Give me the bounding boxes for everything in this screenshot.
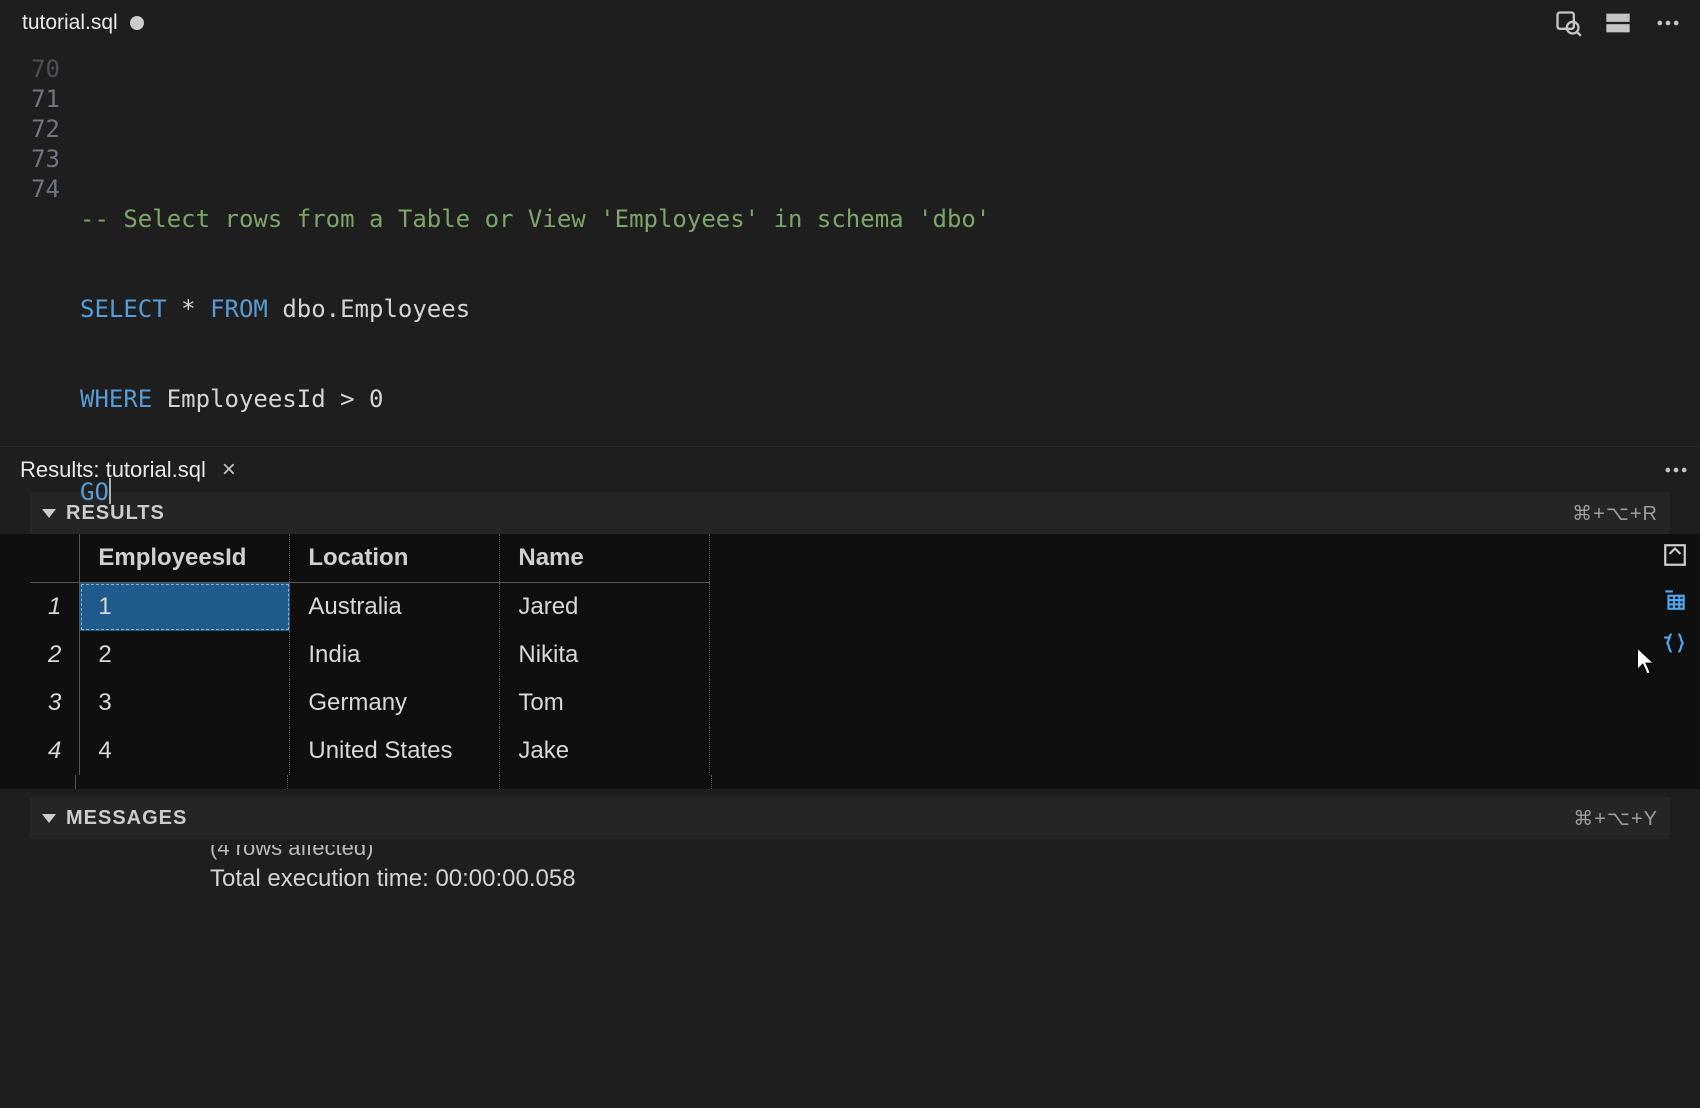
chevron-down-icon [42,814,56,823]
column-header[interactable]: Name [500,534,710,583]
table-row[interactable]: 1 1 Australia Jared [30,583,710,632]
row-number: 2 [30,631,80,679]
line-number: 71 [0,84,60,114]
editor-tab-title: tutorial.sql [22,11,118,35]
more-actions-icon[interactable] [1654,9,1682,37]
code-star: * [181,295,195,323]
table-row[interactable]: 3 3 Germany Tom [30,679,710,727]
cell[interactable]: Nikita [500,631,710,679]
messages-body: (4 rows affected) Total execution time: … [0,839,1700,893]
code-select: SELECT [80,295,167,323]
search-overlay-icon[interactable] [1554,9,1582,37]
cell[interactable]: 4 [80,727,290,775]
editor-tab-bar: tutorial.sql [0,0,1700,46]
editor-gutter: 70 71 72 73 74 [0,54,80,446]
cell[interactable]: 2 [80,631,290,679]
table-row[interactable]: 4 4 United States Jake [30,727,710,775]
code-where-expr: EmployeesId > 0 [167,385,384,413]
grid-footer-strip [0,775,1700,789]
chevron-down-icon [42,509,56,518]
code-area[interactable]: -- Select rows from a Table or View 'Emp… [80,54,1700,446]
text-caret [109,478,111,504]
cell[interactable]: Australia [290,583,500,632]
export-csv-icon[interactable] [1662,586,1688,612]
messages-section-header[interactable]: MESSAGES ⌘+⌥+Y [30,797,1670,839]
messages-affected: (4 rows affected) [210,845,1700,865]
row-number: 3 [30,679,80,727]
column-header[interactable]: EmployeesId [80,534,290,583]
messages-header-label: MESSAGES [66,807,187,830]
code-from: FROM [210,295,268,323]
code-go: GO [80,477,109,507]
cell[interactable]: Tom [500,679,710,727]
code-where: WHERE [80,385,152,413]
rownum-header [30,534,80,583]
split-editor-icon[interactable] [1604,9,1632,37]
cell[interactable]: 3 [80,679,290,727]
line-number: 72 [0,114,60,144]
row-number: 4 [30,727,80,775]
results-body: EmployeesId Location Name 1 1 Australia … [0,534,1700,775]
line-number: 73 [0,144,60,174]
results-grid[interactable]: EmployeesId Location Name 1 1 Australia … [30,534,710,775]
messages-shortcut: ⌘+⌥+Y [1573,806,1658,831]
code-table: dbo.Employees [282,295,470,323]
results-side-actions [1662,542,1688,656]
cell[interactable]: Jake [500,727,710,775]
table-header-row: EmployeesId Location Name [30,534,710,583]
table-row[interactable]: 2 2 India Nikita [30,631,710,679]
code-comment: -- Select rows from a Table or View 'Emp… [80,205,990,233]
cell[interactable]: Germany [290,679,500,727]
unsaved-dot-icon [130,16,144,30]
editor-tab-actions [1554,9,1692,37]
column-header[interactable]: Location [290,534,500,583]
line-number: 70 [0,54,60,84]
cell[interactable]: India [290,631,500,679]
row-number: 1 [30,583,80,632]
code-editor[interactable]: 70 71 72 73 74 -- Select rows from a Tab… [0,46,1700,446]
editor-tab[interactable]: tutorial.sql [8,3,158,43]
cell[interactable]: Jared [500,583,710,632]
cell[interactable]: United States [290,727,500,775]
line-number: 74 [0,174,60,204]
messages-exec-time: Total execution time: 00:00:00.058 [210,865,1700,893]
export-json-icon[interactable] [1662,630,1688,656]
cell[interactable]: 1 [80,583,290,632]
maximize-icon[interactable] [1662,542,1688,568]
